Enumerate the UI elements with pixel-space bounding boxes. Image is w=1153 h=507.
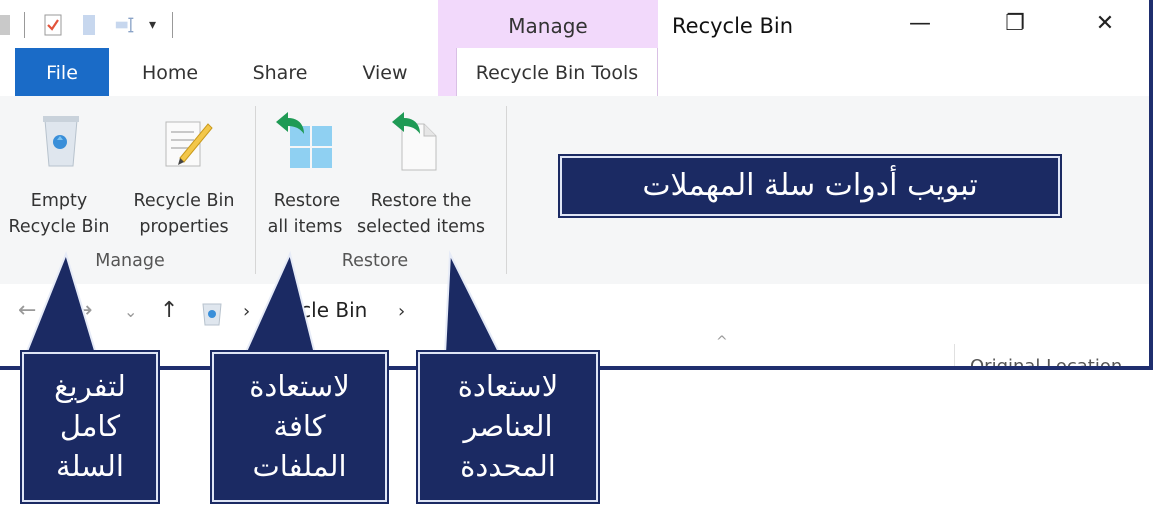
callout-pointer-restore-all	[243, 250, 317, 355]
callout-line: لاستعادة	[457, 369, 559, 403]
callout-line: الملفات	[252, 449, 347, 483]
callout-pointer-restore-selected	[443, 250, 502, 355]
callout-line: كافة	[273, 409, 326, 443]
callout-line: كامل	[59, 409, 121, 443]
callout-pointer-empty	[24, 250, 98, 355]
callout-line: العناصر	[463, 409, 553, 443]
callout-tab-note: تبويب أدوات سلة المهملات	[558, 154, 1062, 218]
callout-restore-selected: لاستعادة العناصر المحددة	[416, 350, 600, 504]
callout-line: لاستعادة	[249, 369, 350, 403]
callout-restore-all: لاستعادة كافة الملفات	[210, 350, 389, 504]
callout-empty-bin: لتفريغ كامل السلة	[20, 350, 160, 504]
callout-line: لتفريغ	[54, 369, 126, 403]
callout-line: السلة	[56, 449, 124, 483]
callout-line: المحددة	[460, 449, 556, 483]
